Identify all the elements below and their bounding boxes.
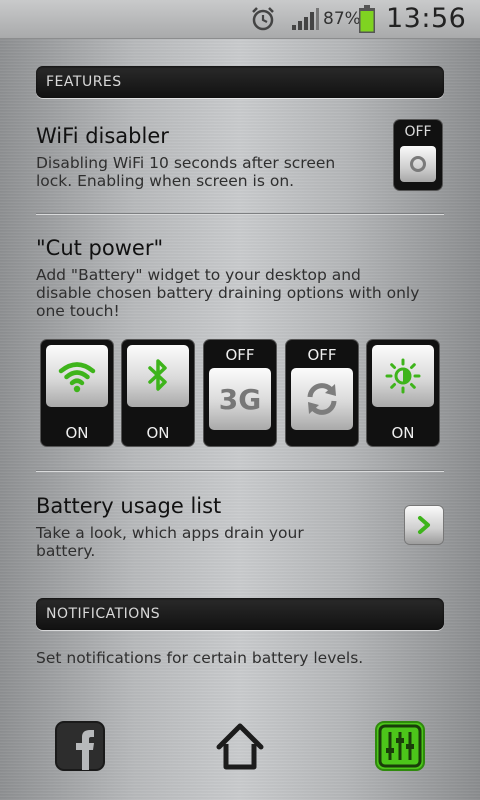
bluetooth-tile-face	[127, 345, 189, 407]
cut-power-desc-line1: Add "Battery" widget to your desktop and	[36, 266, 361, 284]
battery-icon	[359, 5, 375, 33]
bluetooth-tile-state: ON	[146, 424, 170, 442]
wifi-disabler-toggle[interactable]: OFF	[394, 120, 442, 190]
cut-power-description: Add "Battery" widget to your desktop and…	[36, 266, 419, 320]
battery-usage-description: Take a look, which apps drain your batte…	[36, 524, 304, 560]
settings-sliders-icon[interactable]	[374, 720, 426, 772]
wifi-icon	[58, 362, 96, 393]
cut-power-desc-line2: disable chosen battery draining options …	[36, 284, 420, 302]
wifi-toggle-state: OFF	[404, 124, 432, 140]
sync-tile[interactable]: OFF	[286, 340, 358, 446]
ring-icon	[410, 156, 426, 172]
features-header: FEATURES	[36, 66, 444, 98]
wifi-disabler-description: Disabling WiFi 10 seconds after screen l…	[36, 154, 335, 190]
cut-power-title: "Cut power"	[36, 236, 164, 260]
wifi-tile-face	[46, 345, 108, 407]
facebook-icon[interactable]	[54, 720, 106, 772]
status-bar: 87% 13:56	[0, 0, 480, 39]
toggle-knob	[400, 146, 436, 182]
notifications-header-label: NOTIFICATIONS	[46, 606, 161, 622]
brightness-tile[interactable]: ON	[367, 340, 439, 446]
sync-icon	[307, 383, 337, 415]
features-header-label: FEATURES	[46, 74, 122, 90]
sync-tile-state: OFF	[307, 346, 337, 364]
home-icon[interactable]	[214, 720, 266, 772]
wifi-disabler-title: WiFi disabler	[36, 124, 169, 148]
battery-usage-desc-line1: Take a look, which apps drain your	[36, 524, 304, 542]
3g-icon: 3G	[218, 383, 262, 416]
wifi-desc-line1: Disabling WiFi 10 seconds after screen	[36, 154, 336, 172]
sync-tile-face	[291, 368, 353, 430]
chevron-right-icon	[418, 516, 430, 534]
brightness-tile-state: ON	[391, 424, 415, 442]
wifi-desc-line2: lock. Enabling when screen is on.	[36, 172, 295, 190]
notifications-header: NOTIFICATIONS	[36, 598, 444, 630]
divider	[36, 470, 444, 472]
brightness-icon	[385, 358, 421, 394]
battery-percent: 87%	[323, 9, 361, 29]
signal-icon	[292, 8, 319, 30]
brightness-tile-face	[372, 345, 434, 407]
battery-usage-open-button[interactable]	[405, 506, 443, 544]
bluetooth-tile[interactable]: ON	[122, 340, 194, 446]
cut-power-desc-line3: one touch!	[36, 302, 120, 320]
wifi-tile[interactable]: ON	[41, 340, 113, 446]
notifications-description[interactable]: Set notifications for certain battery le…	[36, 649, 363, 667]
3g-tile-state: OFF	[225, 346, 255, 364]
wifi-tile-state: ON	[65, 424, 89, 442]
3g-tile-face: 3G	[209, 368, 271, 430]
battery-usage-desc-line2: battery.	[36, 542, 96, 560]
alarm-icon	[252, 7, 274, 31]
battery-usage-title: Battery usage list	[36, 494, 222, 518]
clock: 13:56	[386, 3, 467, 34]
bluetooth-icon	[148, 359, 167, 391]
divider	[36, 213, 444, 215]
3g-tile[interactable]: OFF 3G	[204, 340, 276, 446]
